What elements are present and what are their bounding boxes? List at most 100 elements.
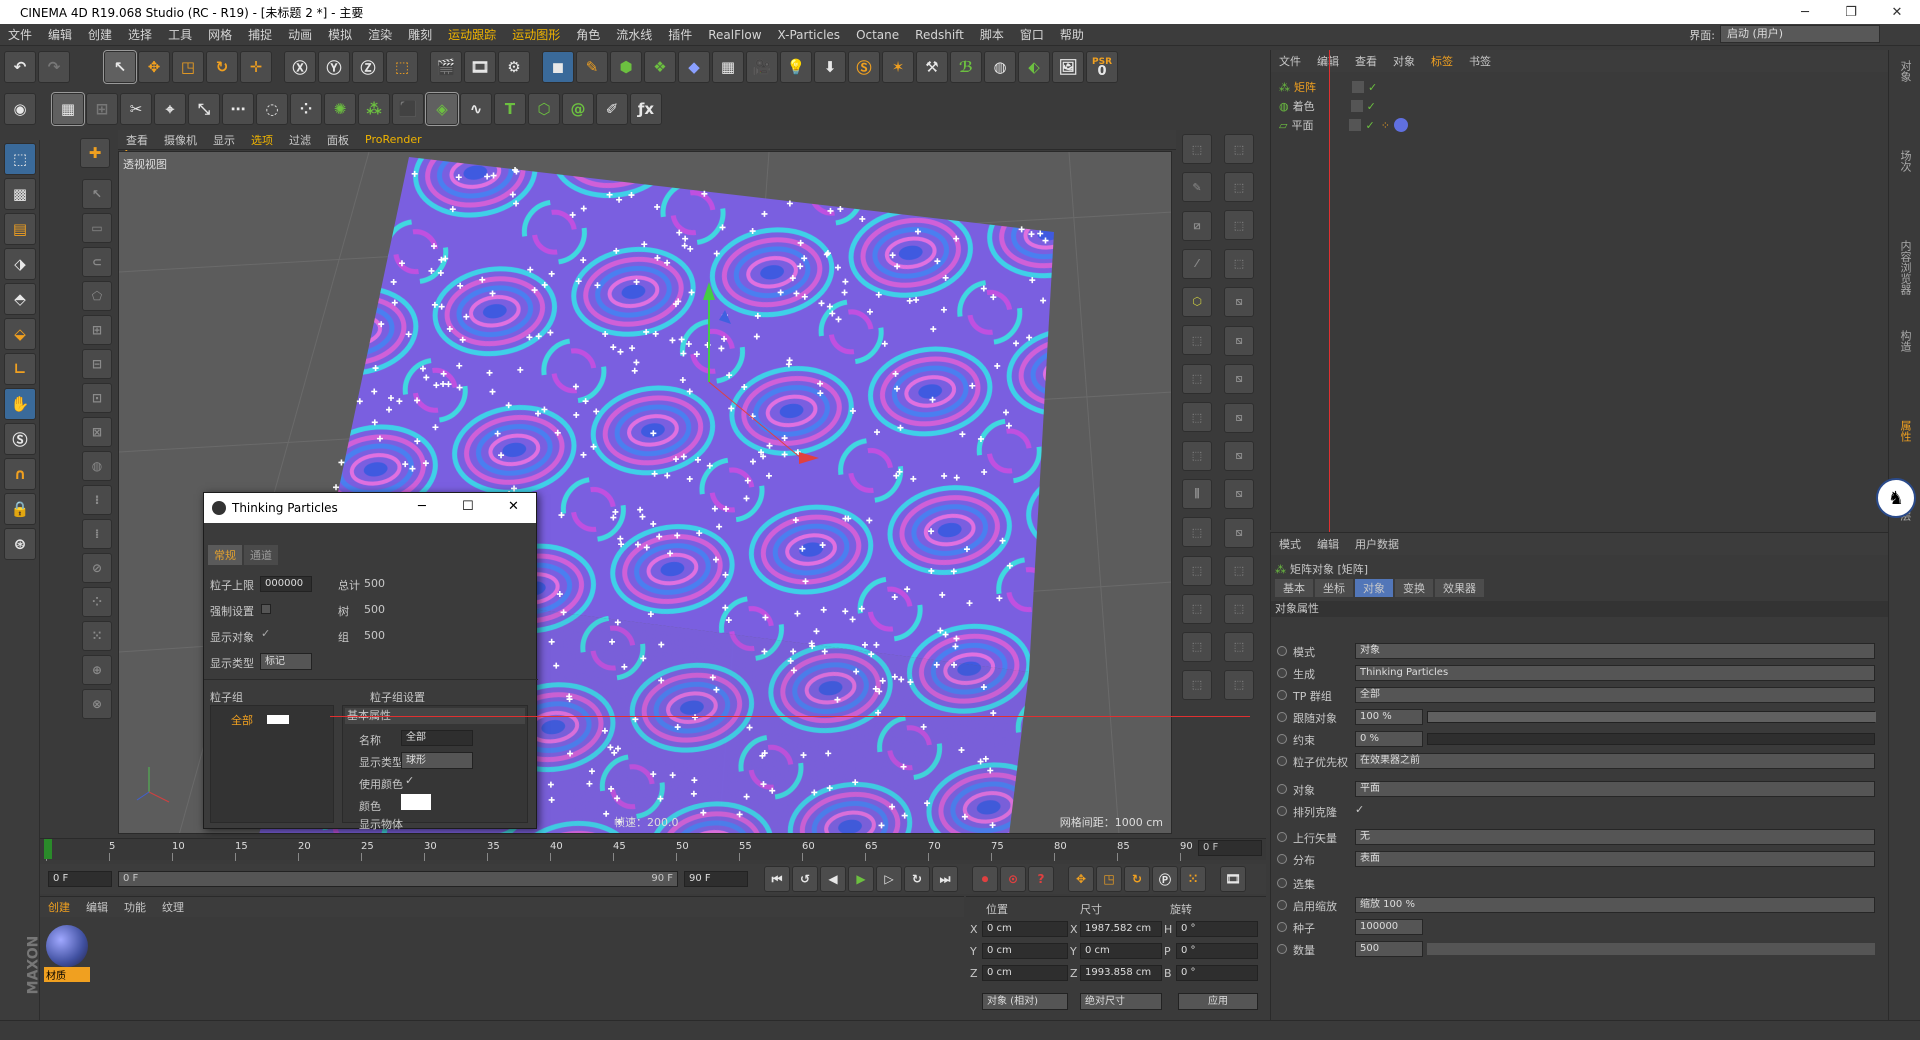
object-menu-item[interactable]: 编辑 bbox=[1309, 53, 1347, 69]
rot-p-field[interactable]: 0 ° bbox=[1176, 943, 1258, 959]
pos-y-field[interactable]: 0 cm bbox=[982, 943, 1068, 959]
spline-icon[interactable]: ∿ bbox=[460, 93, 492, 125]
coordinate-system-icon[interactable]: ⬚ bbox=[386, 51, 418, 83]
tool-s-icon[interactable]: ⁄ bbox=[1182, 248, 1212, 279]
material-menu-item[interactable]: 纹理 bbox=[154, 899, 192, 915]
tool-ap-icon[interactable]: ⬚ bbox=[1224, 669, 1254, 700]
select-tool-icon[interactable]: ↖ bbox=[82, 179, 112, 209]
live-select-icon[interactable]: ↖ bbox=[103, 50, 137, 84]
animate-dot-icon[interactable] bbox=[1277, 806, 1287, 816]
menu-item[interactable]: 帮助 bbox=[1052, 26, 1092, 43]
loop-select-icon[interactable]: ⤡ bbox=[188, 93, 220, 125]
attribute-slider[interactable] bbox=[1427, 733, 1875, 745]
menu-item[interactable]: Redshift bbox=[907, 28, 972, 42]
menu-item[interactable]: 工具 bbox=[160, 26, 200, 43]
key-scale-icon[interactable]: ◳ bbox=[1096, 866, 1122, 892]
fx-icon[interactable]: ƒx bbox=[630, 93, 662, 125]
animate-dot-icon[interactable] bbox=[1277, 900, 1287, 910]
tool-j-icon[interactable]: ⁙ bbox=[82, 621, 112, 651]
size-mode-select[interactable]: 绝对尺寸 bbox=[1080, 993, 1162, 1010]
attribute-tab[interactable]: 效果器 bbox=[1435, 579, 1484, 597]
minimize-button[interactable]: ─ bbox=[1782, 0, 1828, 24]
rect-select-icon[interactable]: ▭ bbox=[82, 213, 112, 243]
tool-q-icon[interactable]: ⧄ bbox=[1182, 210, 1212, 241]
animate-dot-icon[interactable] bbox=[1277, 734, 1287, 744]
menu-item[interactable]: 动画 bbox=[280, 26, 320, 43]
timeline-window-icon[interactable]: 🎞 bbox=[1220, 866, 1246, 892]
attribute-menu-item[interactable]: 编辑 bbox=[1309, 536, 1347, 552]
polygons-mode-icon[interactable]: ⬙ bbox=[4, 318, 36, 350]
attribute-value[interactable]: 0 % bbox=[1355, 731, 1423, 747]
animate-dot-icon[interactable] bbox=[1277, 690, 1287, 700]
record-icon[interactable]: ⏺ bbox=[972, 866, 998, 892]
viewport-menu-item[interactable]: 过滤 bbox=[281, 132, 319, 148]
texture-mode-icon[interactable]: ▩ bbox=[4, 178, 36, 210]
end-frame-field[interactable]: 90 F bbox=[684, 871, 748, 887]
object-row[interactable]: ◍ 着色 ✓ bbox=[1279, 97, 1879, 115]
menu-item[interactable]: 创建 bbox=[80, 26, 120, 43]
snap-icon[interactable]: ⊞ bbox=[86, 93, 118, 125]
start-frame-field[interactable]: 0 F bbox=[48, 871, 112, 887]
attribute-value[interactable]: 100000 bbox=[1355, 919, 1423, 935]
size-y-field[interactable]: 0 cm bbox=[1080, 943, 1162, 959]
animate-dot-icon[interactable] bbox=[1277, 646, 1287, 656]
menu-item[interactable]: 雕刻 bbox=[400, 26, 440, 43]
attribute-menu-item[interactable]: 用户数据 bbox=[1347, 536, 1407, 552]
help-icon[interactable]: ? bbox=[78, 136, 132, 157]
tool-k-icon[interactable]: ⊕ bbox=[82, 655, 112, 685]
size-x-field[interactable]: 1987.582 cm bbox=[1080, 921, 1162, 937]
prev-frame-icon[interactable]: ◀ bbox=[820, 866, 846, 892]
key-pla-icon[interactable]: ⁙ bbox=[1180, 866, 1206, 892]
dots-icon[interactable]: ⁘ bbox=[290, 93, 322, 125]
animate-dot-icon[interactable] bbox=[1277, 756, 1287, 766]
tool-c-icon[interactable]: ⊡ bbox=[82, 383, 112, 413]
grid-view-icon[interactable]: ▦ bbox=[51, 92, 85, 126]
disptype-select[interactable]: 标记 bbox=[260, 653, 312, 670]
rotate-icon[interactable]: ↻ bbox=[206, 51, 238, 83]
pos-x-field[interactable]: 0 cm bbox=[982, 921, 1068, 937]
menu-item[interactable]: 编辑 bbox=[40, 26, 80, 43]
attribute-value[interactable]: 在效果器之前 bbox=[1355, 753, 1875, 769]
attribute-value[interactable]: 表面 bbox=[1355, 851, 1875, 867]
s-icon[interactable]: Ⓢ bbox=[4, 423, 36, 455]
color-swatch[interactable] bbox=[401, 794, 431, 810]
attribute-value[interactable]: 对象 bbox=[1355, 643, 1875, 659]
sphere-icon[interactable]: ◉ bbox=[4, 93, 36, 125]
layout-select[interactable]: 启动 (用户) bbox=[1720, 25, 1880, 43]
viewport-menu-item[interactable]: 选项 bbox=[243, 132, 281, 148]
sidebar-tab[interactable]: 构造 bbox=[1897, 330, 1913, 352]
attribute-tab[interactable]: 对象 bbox=[1355, 579, 1393, 597]
light-icon[interactable]: 💡 bbox=[780, 51, 812, 83]
autokey-icon[interactable]: ⊙ bbox=[1000, 866, 1026, 892]
dialog-maximize-button[interactable]: ☐ bbox=[462, 499, 474, 514]
animate-dot-icon[interactable] bbox=[1277, 922, 1287, 932]
pos-z-field[interactable]: 0 cm bbox=[982, 965, 1068, 981]
tool-aa-icon[interactable]: ⬚ bbox=[1182, 402, 1212, 432]
ring-icon[interactable]: ◌ bbox=[256, 93, 288, 125]
tool-w-icon[interactable]: ⬚ bbox=[1182, 325, 1212, 355]
count-slider[interactable] bbox=[1427, 943, 1875, 955]
paint-icon[interactable]: ✐ bbox=[596, 93, 628, 125]
magnet-icon[interactable]: ∩ bbox=[4, 458, 36, 490]
key-pos-icon[interactable]: ✥ bbox=[1068, 866, 1094, 892]
next-frame-icon[interactable]: ▷ bbox=[876, 866, 902, 892]
attribute-value[interactable]: 无 bbox=[1355, 829, 1875, 845]
viewport-menu-item[interactable]: ProRender bbox=[357, 133, 430, 146]
scale-icon[interactable]: ◳ bbox=[172, 51, 204, 83]
animate-dot-icon[interactable] bbox=[1277, 668, 1287, 678]
cube-icon[interactable]: ◼ bbox=[542, 51, 574, 83]
menu-item[interactable]: 流水线 bbox=[608, 26, 660, 43]
animate-dot-icon[interactable] bbox=[1277, 784, 1287, 794]
enabled-check-icon[interactable]: ✓ bbox=[1367, 100, 1376, 113]
tool-an-icon[interactable]: ⬚ bbox=[1224, 631, 1254, 662]
tool-l-icon[interactable]: ⊗ bbox=[82, 689, 112, 719]
object-row[interactable]: ⁂ 矩阵 ✓ bbox=[1279, 78, 1879, 96]
playhead[interactable] bbox=[44, 839, 52, 859]
workplane-icon[interactable]: ▤ bbox=[4, 213, 36, 245]
y-axis-icon[interactable]: Ⓨ bbox=[318, 51, 350, 83]
render-view-icon[interactable]: 🎬 bbox=[430, 51, 462, 83]
attribute-tab[interactable]: 坐标 bbox=[1315, 579, 1353, 597]
sidebar-tab[interactable]: 内容浏览器 bbox=[1897, 240, 1913, 295]
material-menu-item[interactable]: 编辑 bbox=[78, 899, 116, 915]
tool-z-icon[interactable]: ⧅ bbox=[1224, 364, 1254, 394]
